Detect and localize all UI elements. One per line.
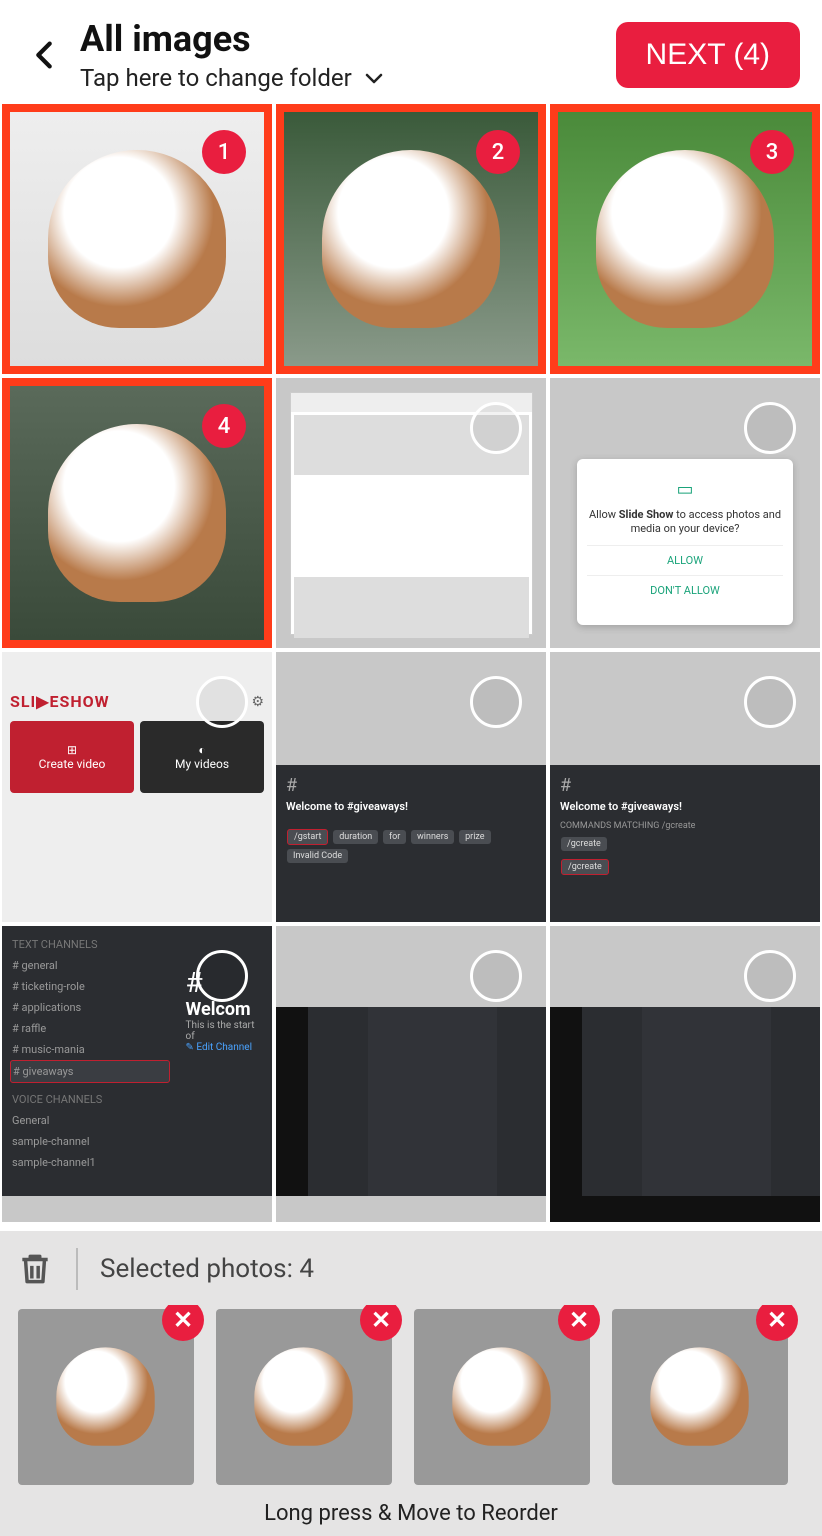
grid-cell[interactable]: # Welcome to #giveaways! /gstart duratio…: [276, 652, 546, 922]
grid-cell[interactable]: ▭ Allow Slide Show to access photos and …: [550, 378, 820, 648]
selected-thumb[interactable]: ✕: [414, 1309, 590, 1485]
selection-badge: 2: [476, 130, 520, 174]
reorder-hint: Long press & Move to Reorder: [16, 1501, 806, 1526]
selection-tray: Selected photos: 4 ✕ ✕ ✕ ✕ Long press & …: [0, 1231, 822, 1536]
grid-cell[interactable]: [276, 926, 546, 1196]
hash-icon: #: [286, 775, 536, 796]
selection-circle: [470, 402, 522, 454]
back-button[interactable]: [22, 27, 66, 83]
grid-cell[interactable]: 4: [2, 378, 272, 648]
page-title: All images: [80, 18, 602, 60]
my-videos-tile: ◐ My videos: [140, 721, 264, 793]
slideshow-logo: SLI▶ESHOW: [10, 692, 110, 711]
selection-circle: [744, 950, 796, 1002]
grid-cell[interactable]: TEXT CHANNELS # general # ticketing-role…: [2, 926, 272, 1196]
dialog-text: Allow Slide Show to access photos and me…: [587, 508, 783, 537]
hash-icon: #: [560, 775, 810, 796]
permission-dialog-preview: ▭ Allow Slide Show to access photos and …: [577, 459, 793, 625]
image-grid: 1 2 3 4 ▭ Allow Slide Show to access pho…: [0, 104, 822, 1196]
remove-button[interactable]: ✕: [162, 1305, 204, 1341]
remove-button[interactable]: ✕: [360, 1305, 402, 1341]
remove-button[interactable]: ✕: [756, 1305, 798, 1341]
selected-thumb[interactable]: ✕: [216, 1309, 392, 1485]
chevron-down-icon: [362, 66, 386, 90]
gear-icon: ⚙: [251, 694, 264, 710]
grid-cell[interactable]: 1: [2, 104, 272, 374]
title-wrap: All images Tap here to change folder: [80, 18, 602, 92]
selection-circle: [196, 950, 248, 1002]
selected-thumb[interactable]: ✕: [612, 1309, 788, 1485]
delete-button[interactable]: [16, 1247, 54, 1291]
grid-cell[interactable]: SLI▶ESHOW ⚙ ⊞ Create video ◐ My videos: [2, 652, 272, 922]
grid-cell[interactable]: 2: [276, 104, 546, 374]
next-button[interactable]: NEXT (4): [616, 22, 800, 88]
selection-circle: [744, 402, 796, 454]
selected-thumbnails[interactable]: ✕ ✕ ✕ ✕: [16, 1305, 806, 1489]
create-video-tile: ⊞ Create video: [10, 721, 134, 793]
selected-count-label: Selected photos: 4: [100, 1254, 314, 1284]
grid-cell[interactable]: [550, 926, 820, 1196]
selection-badge: 3: [750, 130, 794, 174]
folder-picker[interactable]: Tap here to change folder: [80, 64, 602, 92]
header-bar: All images Tap here to change folder NEX…: [0, 0, 822, 104]
dialog-deny: DON'T ALLOW: [587, 575, 783, 605]
chevron-left-icon: [27, 38, 61, 72]
folder-icon: ▭: [587, 479, 783, 500]
close-icon: ✕: [371, 1306, 391, 1334]
grid-cell[interactable]: 3: [550, 104, 820, 374]
grid-cell[interactable]: [276, 378, 546, 648]
selection-circle: [196, 676, 248, 728]
grid-row-partial: [0, 1196, 822, 1222]
remove-button[interactable]: ✕: [558, 1305, 600, 1341]
selected-thumb[interactable]: ✕: [18, 1309, 194, 1485]
close-icon: ✕: [767, 1306, 787, 1334]
folder-subtitle: Tap here to change folder: [80, 64, 352, 92]
grid-cell[interactable]: # Welcome to #giveaways! COMMANDS MATCHI…: [550, 652, 820, 922]
selection-circle: [470, 676, 522, 728]
close-icon: ✕: [569, 1306, 589, 1334]
play-circle-icon: ◐: [146, 743, 258, 757]
selection-circle: [744, 676, 796, 728]
dialog-allow: ALLOW: [587, 545, 783, 575]
channel-welcome: Welcome to #giveaways!: [286, 800, 536, 813]
selection-badge: 4: [202, 404, 246, 448]
plus-icon: ⊞: [16, 743, 128, 757]
close-icon: ✕: [173, 1306, 193, 1334]
selection-circle: [470, 950, 522, 1002]
divider: [76, 1248, 78, 1290]
trash-icon: [16, 1247, 54, 1291]
selection-badge: 1: [202, 130, 246, 174]
